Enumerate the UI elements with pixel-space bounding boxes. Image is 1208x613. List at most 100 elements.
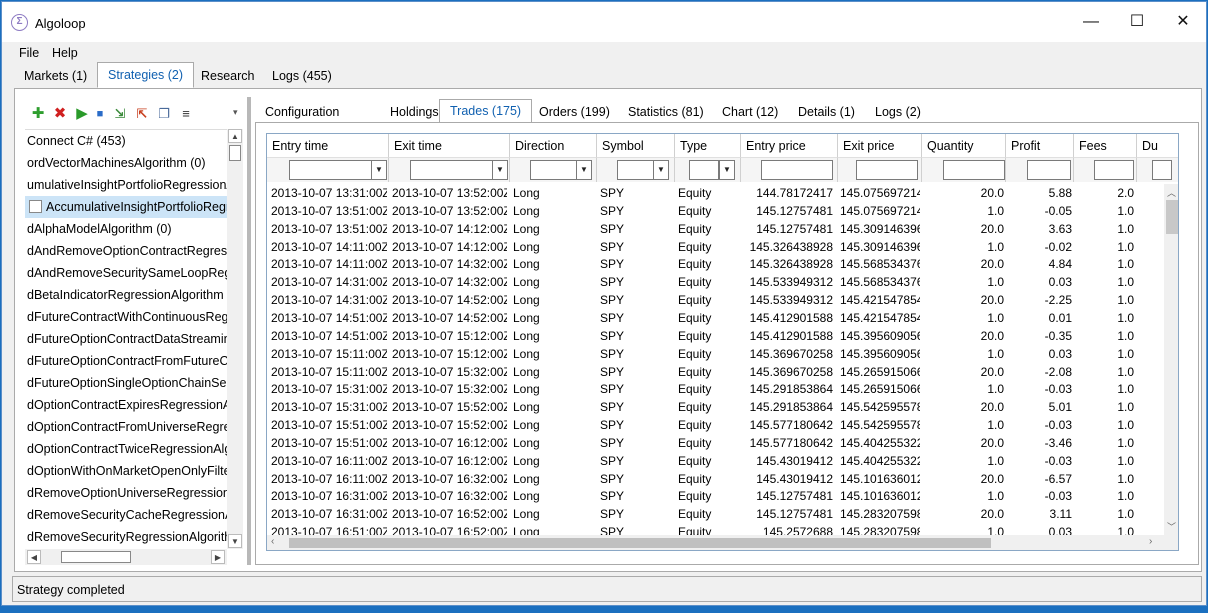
filter-input[interactable] bbox=[1152, 160, 1172, 180]
tree-item[interactable]: dRemoveSecurityRegressionAlgorithm (0) bbox=[27, 526, 227, 545]
table-row[interactable]: 2013-10-07 15:31:00Z 2013-10-07 15:52:00Z… bbox=[267, 398, 1164, 416]
tree-item[interactable]: dOptionContractTwiceRegressionAlgor bbox=[27, 438, 227, 460]
table-row[interactable]: 2013-10-07 15:51:00Z 2013-10-07 16:12:00Z… bbox=[267, 434, 1164, 452]
table-row[interactable]: 2013-10-07 16:31:00Z 2013-10-07 16:52:00Z… bbox=[267, 505, 1164, 523]
panel-splitter[interactable] bbox=[247, 97, 251, 565]
tree-item[interactable]: umulativeInsightPortfolioRegressionAl bbox=[27, 174, 227, 196]
tab-details[interactable]: Details (1) bbox=[798, 102, 855, 122]
table-row[interactable]: 2013-10-07 14:31:00Z 2013-10-07 14:32:00Z… bbox=[267, 273, 1164, 291]
tree-item[interactable]: dFutureOptionContractFromFutureCha bbox=[27, 350, 227, 372]
tree-horizontal-scrollbar[interactable]: ◀ ▶ bbox=[25, 549, 227, 565]
filter-input[interactable] bbox=[689, 160, 719, 180]
tree-item[interactable]: dAndRemoveSecuritySameLoopRegres bbox=[27, 262, 227, 284]
table-row[interactable]: 2013-10-07 15:11:00Z 2013-10-07 15:12:00Z… bbox=[267, 345, 1164, 363]
tree-item[interactable]: dFutureOptionSingleOptionChainSelec bbox=[27, 372, 227, 394]
table-row[interactable]: 2013-10-07 16:11:00Z 2013-10-07 16:12:00Z… bbox=[267, 452, 1164, 470]
filter-input[interactable] bbox=[1094, 160, 1134, 180]
filter-dropdown-icon[interactable]: ▼ bbox=[492, 160, 508, 180]
column-header[interactable]: Du bbox=[1137, 134, 1178, 158]
column-header[interactable]: Exit price bbox=[838, 134, 922, 158]
scroll-down-icon[interactable]: ﹀ bbox=[1167, 520, 1176, 533]
column-header[interactable]: Symbol bbox=[597, 134, 675, 158]
tab-statistics[interactable]: Statistics (81) bbox=[628, 102, 704, 122]
menu-help[interactable]: Help bbox=[52, 46, 78, 60]
table-row[interactable]: 2013-10-07 16:11:00Z 2013-10-07 16:32:00Z… bbox=[267, 470, 1164, 488]
tree-item[interactable]: dOptionWithOnMarketOpenOnlyFilterR bbox=[27, 460, 227, 482]
title-bar[interactable]: Σ Algoloop — ☐ ✕ bbox=[2, 2, 1206, 42]
tab-chart[interactable]: Chart (12) bbox=[722, 102, 778, 122]
table-row[interactable]: 2013-10-07 15:11:00Z 2013-10-07 15:32:00Z… bbox=[267, 363, 1164, 381]
column-header[interactable]: Entry price bbox=[741, 134, 838, 158]
column-header[interactable]: Profit bbox=[1006, 134, 1074, 158]
table-row[interactable]: 2013-10-07 14:51:00Z 2013-10-07 14:52:00Z… bbox=[267, 309, 1164, 327]
import-icon[interactable]: ⇲ bbox=[111, 105, 129, 123]
tree-item[interactable]: dFutureContractWithContinuousRegres bbox=[27, 306, 227, 328]
table-row[interactable]: 2013-10-07 15:31:00Z 2013-10-07 15:32:00Z… bbox=[267, 380, 1164, 398]
column-header[interactable]: Fees bbox=[1074, 134, 1137, 158]
tree-item[interactable]: dRemoveOptionUniverseRegressionAlg bbox=[27, 482, 227, 504]
scroll-thumb[interactable] bbox=[289, 538, 991, 548]
tree-item[interactable]: dOptionContractExpiresRegressionAlgo bbox=[27, 394, 227, 416]
scroll-up-icon[interactable]: ︿ bbox=[1167, 186, 1176, 199]
table-row[interactable]: 2013-10-07 13:51:00Z 2013-10-07 13:52:00Z… bbox=[267, 202, 1164, 220]
export-icon[interactable]: ⇱ bbox=[133, 105, 151, 123]
scroll-right-icon[interactable]: › bbox=[1149, 536, 1152, 547]
table-row[interactable]: 2013-10-07 13:51:00Z 2013-10-07 14:12:00Z… bbox=[267, 220, 1164, 238]
table-row[interactable]: 2013-10-07 14:51:00Z 2013-10-07 15:12:00Z… bbox=[267, 327, 1164, 345]
strategy-checkbox[interactable] bbox=[29, 200, 42, 213]
tree-item[interactable]: AccumulativeInsightPortfolioRegre bbox=[25, 196, 227, 218]
filter-input[interactable] bbox=[943, 160, 1005, 180]
filter-dropdown-icon[interactable]: ▼ bbox=[653, 160, 669, 180]
table-row[interactable]: 2013-10-07 14:11:00Z 2013-10-07 14:32:00Z… bbox=[267, 255, 1164, 273]
close-button[interactable]: ✕ bbox=[1160, 2, 1206, 42]
filter-dropdown-icon[interactable]: ▼ bbox=[719, 160, 735, 180]
toolbar-overflow-icon[interactable]: ▾ bbox=[233, 107, 238, 118]
filter-input[interactable] bbox=[410, 160, 502, 180]
tree-item[interactable]: ordVectorMachinesAlgorithm (0) bbox=[27, 152, 227, 174]
clone-icon[interactable]: ❐ bbox=[155, 105, 173, 123]
grid-vertical-scrollbar[interactable]: ︿ ﹀ bbox=[1164, 184, 1178, 535]
tree-item[interactable]: dRemoveSecurityCacheRegressionAlgo bbox=[27, 504, 227, 526]
scroll-right-icon[interactable]: ▶ bbox=[211, 550, 225, 564]
tab-trades[interactable]: Trades (175) bbox=[439, 99, 533, 123]
grid-horizontal-scrollbar[interactable]: ‹ › bbox=[267, 535, 1178, 550]
table-row[interactable]: 2013-10-07 13:31:00Z 2013-10-07 13:52:00Z… bbox=[267, 184, 1164, 202]
filter-input[interactable] bbox=[530, 160, 580, 180]
tab-orders[interactable]: Orders (199) bbox=[539, 102, 610, 122]
scroll-thumb[interactable] bbox=[1166, 200, 1178, 234]
filter-dropdown-icon[interactable]: ▼ bbox=[576, 160, 592, 180]
filter-input[interactable] bbox=[289, 160, 381, 180]
tab-markets[interactable]: Markets (1) bbox=[14, 64, 97, 88]
tree-item[interactable]: dOptionContractFromUniverseRegressi bbox=[27, 416, 227, 438]
scroll-thumb[interactable] bbox=[61, 551, 131, 563]
tree-item[interactable]: dBetaIndicatorRegressionAlgorithm (0) bbox=[27, 284, 227, 306]
scroll-thumb[interactable] bbox=[229, 145, 241, 161]
scroll-down-icon[interactable]: ▼ bbox=[228, 534, 242, 548]
column-header[interactable]: Direction bbox=[510, 134, 597, 158]
table-row[interactable]: 2013-10-07 14:11:00Z 2013-10-07 14:12:00Z… bbox=[267, 238, 1164, 256]
maximize-button[interactable]: ☐ bbox=[1114, 2, 1160, 42]
column-header[interactable]: Quantity bbox=[922, 134, 1006, 158]
run-icon[interactable]: ▶ bbox=[73, 105, 91, 123]
table-row[interactable]: 2013-10-07 15:51:00Z 2013-10-07 15:52:00Z… bbox=[267, 416, 1164, 434]
filter-input[interactable] bbox=[1027, 160, 1071, 180]
tab-configuration[interactable]: Configuration bbox=[265, 102, 339, 122]
menu-file[interactable]: File bbox=[19, 46, 39, 60]
tree-item[interactable]: dAlphaModelAlgorithm (0) bbox=[27, 218, 227, 240]
tab-logs[interactable]: Logs (455) bbox=[262, 64, 342, 88]
stop-icon[interactable]: ■ bbox=[91, 105, 109, 123]
tab-logs[interactable]: Logs (2) bbox=[875, 102, 921, 122]
tab-strategies[interactable]: Strategies (2) bbox=[97, 62, 195, 88]
tree-item[interactable]: dAndRemoveOptionContractRegressio bbox=[27, 240, 227, 262]
column-header[interactable]: Entry time bbox=[267, 134, 389, 158]
tree-item[interactable]: Connect C# (453) bbox=[27, 130, 227, 152]
delete-icon[interactable]: ✖ bbox=[51, 105, 69, 123]
add-icon[interactable]: ✚ bbox=[29, 105, 47, 123]
tree-item[interactable]: dFutureOptionContractDataStreamingR bbox=[27, 328, 227, 350]
filter-dropdown-icon[interactable]: ▼ bbox=[371, 160, 387, 180]
tree-vertical-scrollbar[interactable]: ▲ ▼ bbox=[227, 129, 243, 549]
column-header[interactable]: Exit time bbox=[389, 134, 510, 158]
table-row[interactable]: 2013-10-07 16:31:00Z 2013-10-07 16:32:00Z… bbox=[267, 487, 1164, 505]
minimize-button[interactable]: — bbox=[1068, 2, 1114, 42]
table-row[interactable]: 2013-10-07 14:31:00Z 2013-10-07 14:52:00Z… bbox=[267, 291, 1164, 309]
